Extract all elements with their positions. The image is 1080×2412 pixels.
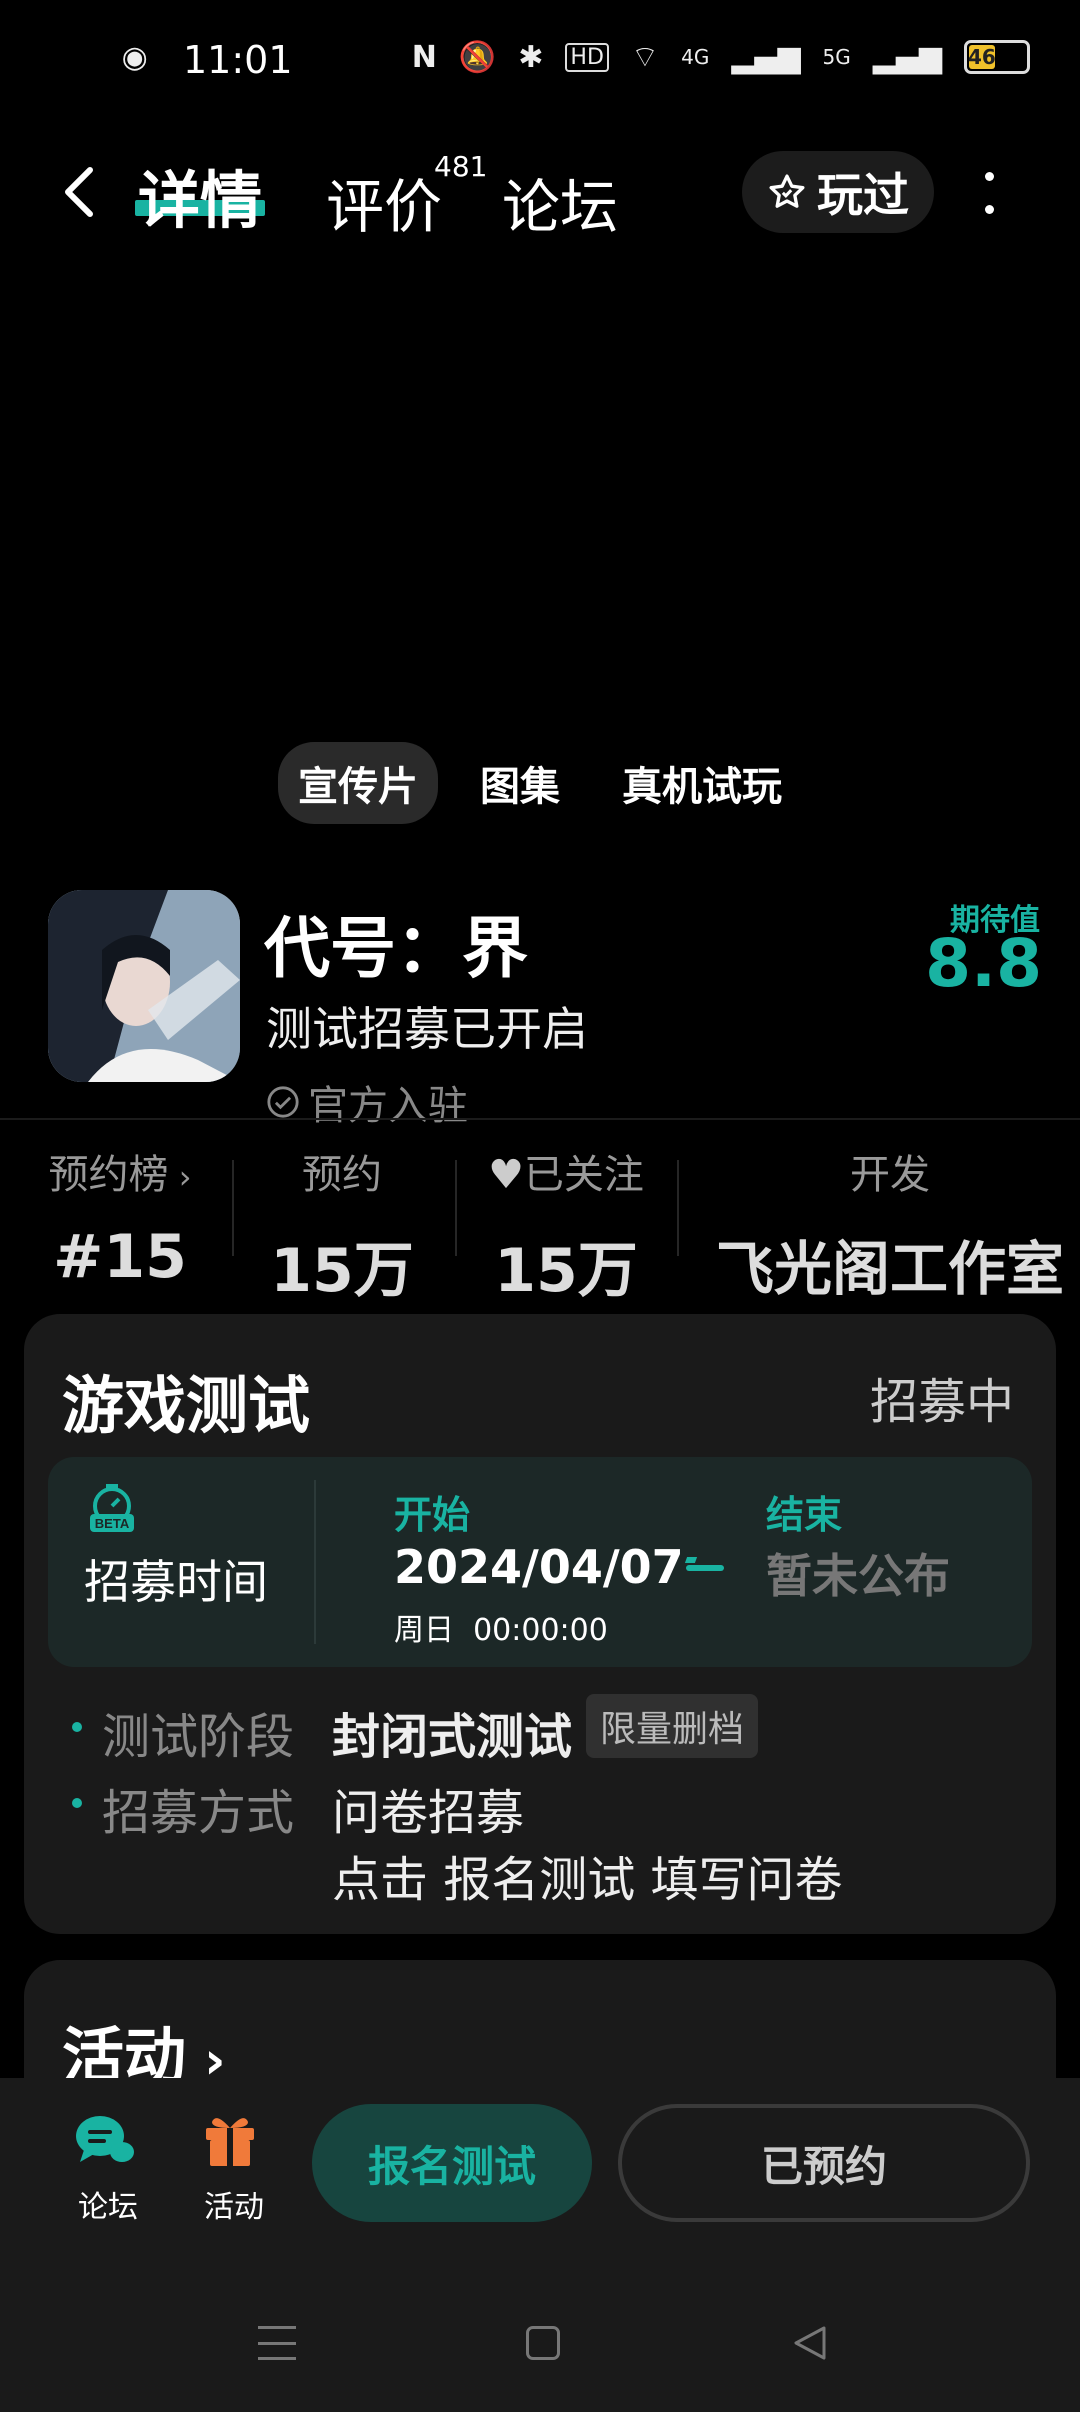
- weibo-icon: ◉: [121, 39, 148, 75]
- tab-review[interactable]: 评价: [326, 160, 442, 244]
- stat-follow-value: 15万: [494, 1236, 638, 1306]
- recruit-status: 招募中: [869, 1374, 1014, 1430]
- nfc-icon: N: [411, 39, 437, 75]
- signal-icon: ▂▄▆: [731, 39, 801, 75]
- stat-reservations-value: 15万: [270, 1236, 414, 1306]
- media-tab-gallery[interactable]: 图集: [460, 742, 580, 824]
- stage-label: 测试阶段: [102, 1709, 295, 1765]
- recruit-separator: [314, 1480, 316, 1644]
- heart-icon: ♥: [488, 1152, 524, 1198]
- more-icon[interactable]: [980, 172, 998, 214]
- chevron-right-icon: ›: [168, 1158, 192, 1196]
- official-badge: 官方入驻: [266, 1073, 468, 1131]
- stat-developer-value: 飞光阁工作室: [715, 1235, 1064, 1303]
- gift-icon[interactable]: [202, 2110, 258, 2168]
- game-title: 代号：界: [264, 910, 528, 987]
- back-button[interactable]: [56, 150, 100, 230]
- start-time: 周日 00:00:00: [394, 1613, 608, 1648]
- recruit-time-label: 招募时间: [84, 1555, 268, 1609]
- mute-icon: 🔕: [458, 39, 497, 75]
- method-value: 问卷招募: [332, 1785, 525, 1841]
- stat-follow[interactable]: ♥已关注 15万: [476, 1142, 656, 1309]
- date-range-arrow: [686, 1565, 724, 1571]
- battery-level: 46: [967, 45, 996, 69]
- tab-forum[interactable]: 论坛: [502, 160, 618, 244]
- bluetooth-icon: ✱: [518, 39, 544, 75]
- tab-detail[interactable]: 详情: [138, 150, 262, 240]
- signal-icon-2: ▂▄▆: [872, 39, 942, 75]
- status-icons: ◉ N 🔕 ✱ HD ⌔ 4G ▂▄▆ 5G ▂▄▆ 46: [122, 38, 1030, 76]
- beta-badge-text: BETA: [95, 1516, 130, 1531]
- stat-ranking[interactable]: 预约榜 › #15: [40, 1142, 200, 1292]
- hd-label: HD: [565, 42, 609, 72]
- official-label: 官方入驻: [308, 1083, 468, 1129]
- network-5g-label: 5G: [822, 45, 851, 69]
- divider: [0, 1118, 1080, 1120]
- media-tab-demo[interactable]: 真机试玩: [602, 742, 802, 824]
- activity-label[interactable]: 活动: [204, 2182, 264, 2226]
- stage-tag: 限量删档: [586, 1694, 759, 1758]
- stage-value: 封闭式测试: [332, 1709, 573, 1765]
- method-label: 招募方式: [102, 1785, 295, 1841]
- stat-reservations: 预约 15万: [262, 1142, 422, 1309]
- beta-timer-icon: BETA: [84, 1480, 140, 1536]
- stat-follow-label: 已关注: [523, 1152, 644, 1198]
- stat-developer[interactable]: 开发 飞光阁工作室: [700, 1142, 1080, 1306]
- stat-developer-label: 开发: [850, 1152, 930, 1198]
- forum-icon[interactable]: [74, 2112, 136, 2168]
- star-icon: [769, 174, 805, 208]
- stat-ranking-value: #15: [53, 1222, 187, 1292]
- forum-label[interactable]: 论坛: [78, 2182, 138, 2226]
- back-arrow-icon: [65, 167, 93, 217]
- media-tab-trailer[interactable]: 宣传片: [278, 742, 438, 824]
- game-subtitle: 测试招募已开启: [266, 1002, 588, 1056]
- bullet-dot: [72, 1722, 82, 1732]
- stat-ranking-label: 预约榜: [48, 1152, 169, 1198]
- check-circle-icon: [267, 1086, 299, 1118]
- stat-separator: [232, 1160, 234, 1256]
- start-label: 开始: [394, 1493, 471, 1537]
- stat-separator: [455, 1160, 457, 1256]
- method-instruction: 点击 报名测试 填写问卷: [332, 1852, 843, 1908]
- start-date: 2024/04/07: [394, 1540, 684, 1594]
- nav-menu-icon[interactable]: [258, 2326, 296, 2360]
- played-label: 玩过: [817, 168, 909, 222]
- bullet-dot: [72, 1798, 82, 1808]
- nav-home-icon[interactable]: [526, 2326, 560, 2360]
- stat-separator: [677, 1160, 679, 1256]
- media-tabs: 宣传片 图集 真机试玩: [0, 742, 1080, 824]
- nav-back-icon[interactable]: [792, 2324, 828, 2362]
- game-icon-image[interactable]: [48, 890, 240, 1082]
- review-count: 481: [434, 150, 488, 183]
- card-title: 游戏测试: [62, 1369, 311, 1442]
- reserved-button[interactable]: 已预约: [618, 2104, 1030, 2222]
- stats-row: 预约榜 › #15 预约 15万 ♥已关注 15万 开发 飞光阁工作室: [0, 1142, 1080, 1306]
- battery-icon: 46: [964, 40, 1030, 74]
- network-4g-label: 4G: [681, 45, 710, 69]
- end-date: 暂未公布: [766, 1549, 950, 1603]
- stat-reservations-label: 预约: [302, 1152, 382, 1198]
- played-button[interactable]: 玩过: [742, 151, 934, 233]
- wifi-icon: ⌔: [630, 40, 660, 75]
- signup-test-button[interactable]: 报名测试: [312, 2104, 592, 2222]
- expect-value: 8.8: [925, 925, 1042, 1002]
- end-label: 结束: [766, 1493, 843, 1537]
